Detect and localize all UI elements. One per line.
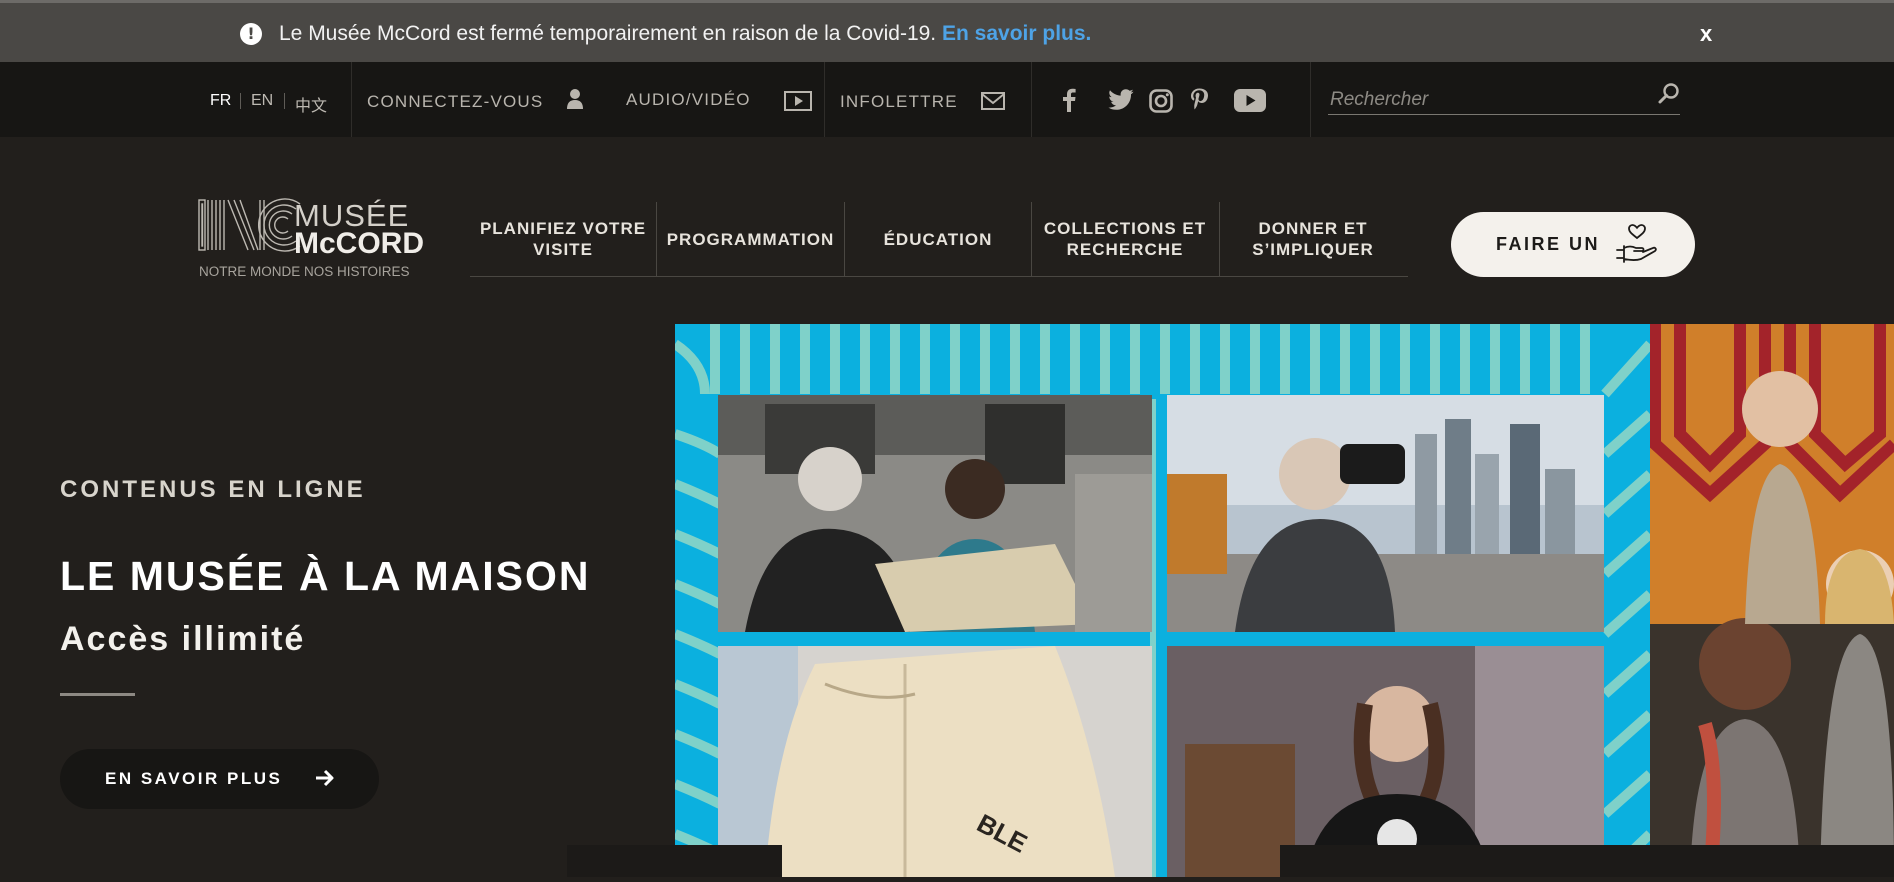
learn-more-label: EN SAVOIR PLUS bbox=[105, 769, 283, 788]
play-video-icon[interactable] bbox=[784, 91, 812, 111]
hero-subtitle: Accès illimité bbox=[60, 620, 306, 658]
nav-give-get-involved[interactable]: DONNER ET S’IMPLIQUER bbox=[1220, 202, 1406, 276]
nav-collections-research[interactable]: COLLECTIONS ET RECHERCHE bbox=[1032, 202, 1218, 276]
language-zh[interactable]: 中文 bbox=[295, 92, 327, 116]
nav-education[interactable]: ÉDUCATION bbox=[845, 202, 1031, 276]
utility-divider bbox=[1310, 62, 1311, 137]
hero-collage-image[interactable]: BLE bbox=[675, 324, 1650, 877]
alert-close-button[interactable]: x bbox=[1700, 21, 1712, 47]
language-fr[interactable]: FR bbox=[210, 92, 231, 110]
mccord-logo[interactable]: MUSÉE McCORD NOTRE MONDE NOS HISTOIRES bbox=[198, 196, 448, 282]
search-input[interactable] bbox=[1328, 84, 1662, 116]
instagram-icon[interactable] bbox=[1149, 89, 1173, 113]
nav-programming[interactable]: PROGRAMMATION bbox=[657, 202, 844, 276]
logo-tagline: NOTRE MONDE NOS HISTOIRES bbox=[199, 264, 410, 279]
language-divider bbox=[240, 93, 241, 109]
youtube-icon[interactable] bbox=[1234, 89, 1266, 112]
side-group-image[interactable] bbox=[1649, 324, 1894, 878]
logo-line2: McCORD bbox=[294, 227, 424, 260]
login-link[interactable]: CONNECTEZ-VOUS bbox=[367, 92, 543, 112]
alert-message: Le Musée McCord est fermé temporairement… bbox=[279, 22, 937, 45]
mail-icon[interactable] bbox=[981, 92, 1005, 110]
utility-divider bbox=[351, 62, 352, 137]
hero-divider bbox=[60, 693, 135, 696]
side-group-graphic bbox=[1649, 324, 1894, 878]
twitter-icon[interactable] bbox=[1108, 89, 1134, 111]
language-divider bbox=[284, 93, 285, 109]
nav-plan-visit[interactable]: PLANIFIEZ VOTRE VISITE bbox=[470, 202, 656, 276]
donate-button[interactable]: FAIRE UN bbox=[1451, 212, 1695, 277]
exclamation-icon: ! bbox=[240, 23, 262, 45]
newsletter-link[interactable]: INFOLETTRE bbox=[840, 92, 958, 112]
slider-bottom-tab-right bbox=[1280, 845, 1894, 877]
alert-message-row: Le Musée McCord est fermé temporairement… bbox=[279, 22, 1091, 46]
covid-alert-bar: ! Le Musée McCord est fermé temporaireme… bbox=[0, 0, 1894, 62]
hero-title: LE MUSÉE À LA MAISON bbox=[60, 553, 591, 599]
alert-learn-more-link[interactable]: En savoir plus. bbox=[942, 22, 1091, 45]
pinterest-icon[interactable] bbox=[1190, 88, 1208, 112]
utility-divider bbox=[824, 62, 825, 137]
language-en[interactable]: EN bbox=[251, 92, 273, 110]
logo-mark-icon: MUSÉE McCORD NOTRE MONDE NOS HISTOIRES bbox=[198, 198, 424, 279]
search-icon[interactable] bbox=[1657, 82, 1681, 106]
nav-underline bbox=[470, 276, 1408, 277]
audio-video-link[interactable]: AUDIO/VIDÉO bbox=[626, 90, 751, 110]
search-underline bbox=[1328, 114, 1680, 115]
donate-label: FAIRE UN bbox=[1496, 234, 1601, 254]
slider-bottom-tab-left bbox=[567, 845, 782, 877]
learn-more-button[interactable]: EN SAVOIR PLUS bbox=[60, 749, 379, 809]
hero-eyebrow: CONTENUS EN LIGNE bbox=[60, 476, 366, 503]
facebook-icon[interactable] bbox=[1062, 88, 1076, 112]
arrow-right-icon bbox=[316, 769, 334, 787]
utility-divider bbox=[1031, 62, 1032, 137]
utility-bar: FR EN 中文 CONNECTEZ-VOUS AUDIO/VIDÉO INFO… bbox=[0, 62, 1894, 137]
heart-hand-icon bbox=[1616, 224, 1657, 263]
user-icon[interactable] bbox=[566, 88, 584, 110]
hero-collage-graphic: BLE bbox=[675, 324, 1650, 877]
